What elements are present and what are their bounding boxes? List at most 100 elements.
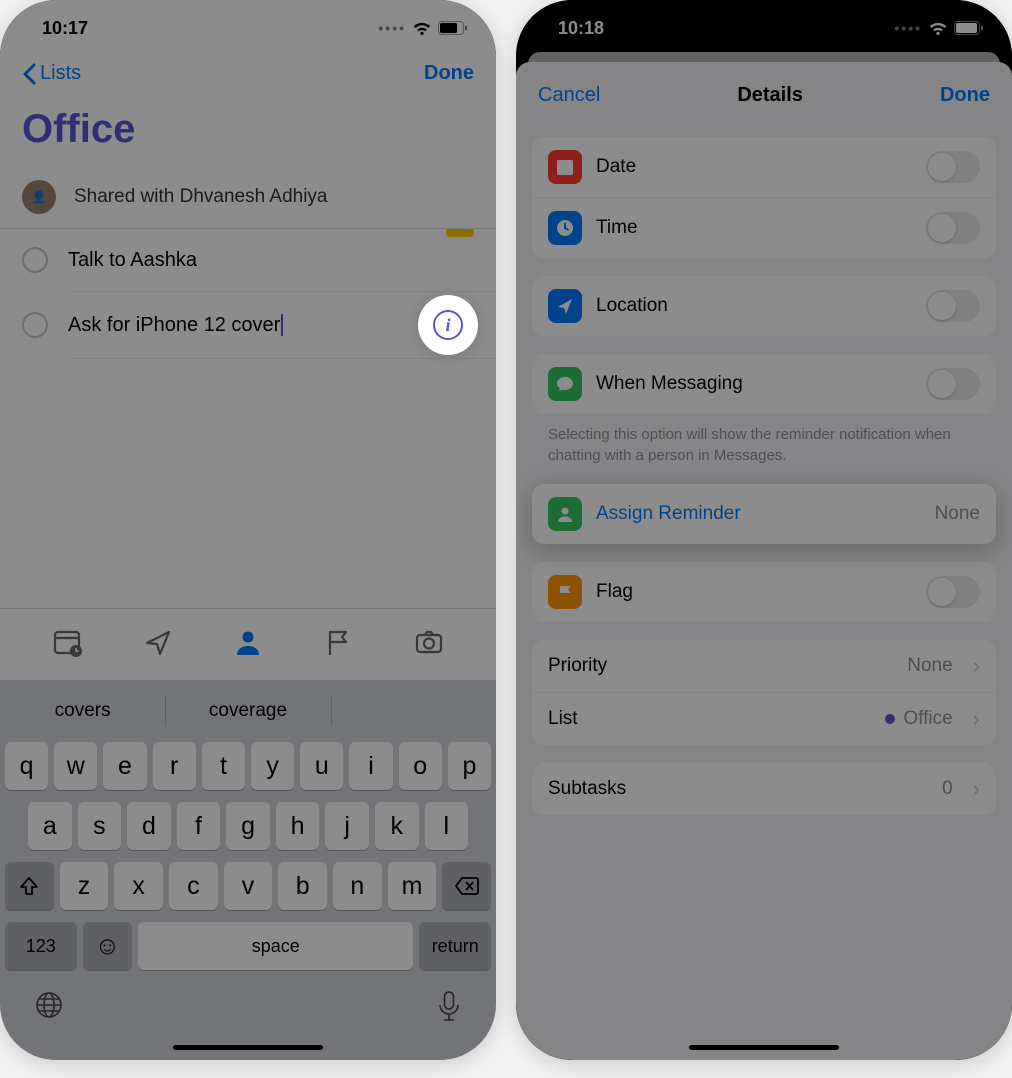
- key-t[interactable]: t: [202, 742, 245, 790]
- status-indicators: ••••: [894, 20, 984, 36]
- key-e[interactable]: e: [103, 742, 146, 790]
- battery-icon: [954, 21, 984, 35]
- shared-label: Shared with Dhvanesh Adhiya: [74, 186, 328, 208]
- numbers-key[interactable]: 123: [5, 922, 77, 970]
- key-y[interactable]: y: [251, 742, 294, 790]
- key-d[interactable]: d: [127, 802, 171, 850]
- row-location[interactable]: Location: [532, 276, 996, 336]
- avatar: 👤: [22, 180, 56, 214]
- key-a[interactable]: a: [28, 802, 72, 850]
- more-dots: ••••: [378, 20, 406, 36]
- toggle[interactable]: [926, 212, 980, 244]
- back-button[interactable]: Lists: [22, 62, 81, 85]
- row-date[interactable]: Date: [532, 137, 996, 197]
- row-subtasks[interactable]: Subtasks 0 ›: [532, 763, 996, 815]
- key-w[interactable]: w: [54, 742, 97, 790]
- person-icon[interactable]: [233, 627, 263, 662]
- status-bar: 10:17 ••••: [0, 0, 496, 48]
- done-button[interactable]: Done: [940, 84, 990, 107]
- key-x[interactable]: x: [114, 862, 163, 910]
- mic-icon[interactable]: [436, 990, 462, 1027]
- backspace-key[interactable]: [442, 862, 491, 910]
- reminder-text[interactable]: Talk to Aashka: [68, 249, 474, 272]
- globe-icon[interactable]: [34, 990, 64, 1027]
- key-o[interactable]: o: [399, 742, 442, 790]
- emoji-key[interactable]: ☺: [83, 922, 133, 970]
- reminder-text-editing[interactable]: Ask for iPhone 12 cover: [68, 314, 424, 337]
- toggle[interactable]: [926, 151, 980, 183]
- status-time: 10:17: [42, 18, 88, 39]
- keyboard-toolbar: [0, 608, 496, 680]
- key-row-2: asdfghjkl: [0, 796, 496, 856]
- suggestion[interactable]: covers: [0, 686, 165, 736]
- key-g[interactable]: g: [226, 802, 270, 850]
- wifi-icon: [412, 21, 432, 36]
- status-indicators: ••••: [378, 20, 468, 36]
- row-label: Date: [596, 156, 912, 178]
- toggle[interactable]: [926, 368, 980, 400]
- chevron-right-icon: ›: [973, 653, 980, 679]
- cancel-button[interactable]: Cancel: [538, 84, 600, 107]
- calendar-icon[interactable]: [52, 627, 82, 662]
- messaging-hint: Selecting this option will show the remi…: [516, 414, 1012, 466]
- row-value: 0: [942, 778, 953, 800]
- row-flag[interactable]: Flag: [532, 562, 996, 622]
- key-p[interactable]: p: [448, 742, 491, 790]
- row-assign[interactable]: Assign Reminder None: [532, 484, 996, 544]
- shift-key[interactable]: [5, 862, 54, 910]
- row-label: When Messaging: [596, 373, 912, 395]
- complete-circle[interactable]: [22, 312, 48, 338]
- reminder-row-editing[interactable]: Ask for iPhone 12 cover DB i: [0, 292, 496, 358]
- key-h[interactable]: h: [276, 802, 320, 850]
- camera-icon[interactable]: [414, 627, 444, 662]
- suggestion[interactable]: coverage: [165, 686, 330, 736]
- key-f[interactable]: f: [177, 802, 221, 850]
- row-label: Assign Reminder: [596, 503, 921, 525]
- group-messaging: When Messaging: [532, 354, 996, 414]
- key-q[interactable]: q: [5, 742, 48, 790]
- key-l[interactable]: l: [425, 802, 469, 850]
- toggle[interactable]: [926, 576, 980, 608]
- flag-icon[interactable]: [323, 627, 353, 662]
- shared-row[interactable]: 👤 Shared with Dhvanesh Adhiya: [0, 168, 496, 229]
- sheet-header: Cancel Details Done: [516, 62, 1012, 119]
- home-indicator[interactable]: [173, 1045, 323, 1050]
- toggle[interactable]: [926, 290, 980, 322]
- key-u[interactable]: u: [300, 742, 343, 790]
- info-button-highlight[interactable]: i: [418, 295, 478, 355]
- key-v[interactable]: v: [224, 862, 273, 910]
- row-time[interactable]: Time: [532, 197, 996, 258]
- row-messaging[interactable]: When Messaging: [532, 354, 996, 414]
- key-b[interactable]: b: [278, 862, 327, 910]
- row-value: None: [935, 503, 980, 525]
- row-label: Priority: [548, 655, 893, 677]
- key-r[interactable]: r: [153, 742, 196, 790]
- home-indicator[interactable]: [689, 1045, 839, 1050]
- done-button[interactable]: Done: [424, 62, 474, 85]
- keyboard-bottom: [0, 976, 496, 1037]
- key-c[interactable]: c: [169, 862, 218, 910]
- suggestion[interactable]: [331, 686, 496, 736]
- flag-icon: [548, 575, 582, 609]
- key-m[interactable]: m: [388, 862, 437, 910]
- complete-circle[interactable]: [22, 247, 48, 273]
- key-k[interactable]: k: [375, 802, 419, 850]
- key-z[interactable]: z: [60, 862, 109, 910]
- spacer: [516, 815, 1012, 1037]
- key-row-3: zxcvbnm: [0, 856, 496, 916]
- key-n[interactable]: n: [333, 862, 382, 910]
- key-i[interactable]: i: [349, 742, 392, 790]
- space-key[interactable]: space: [138, 922, 413, 970]
- calendar-icon: [548, 150, 582, 184]
- key-j[interactable]: j: [325, 802, 369, 850]
- list-color-dot: [885, 714, 895, 724]
- location-icon[interactable]: [143, 627, 173, 662]
- row-priority[interactable]: Priority None ›: [532, 640, 996, 692]
- reminder-row[interactable]: Talk to Aashka: [0, 229, 496, 291]
- row-list[interactable]: List Office ›: [532, 692, 996, 745]
- row-label: Location: [596, 295, 912, 317]
- reminder-text-value: Ask for iPhone 12 cover: [68, 314, 280, 336]
- key-s[interactable]: s: [78, 802, 122, 850]
- phone-left: 10:17 •••• Lists Done Office 👤 Shared wi…: [0, 0, 496, 1060]
- return-key[interactable]: return: [419, 922, 491, 970]
